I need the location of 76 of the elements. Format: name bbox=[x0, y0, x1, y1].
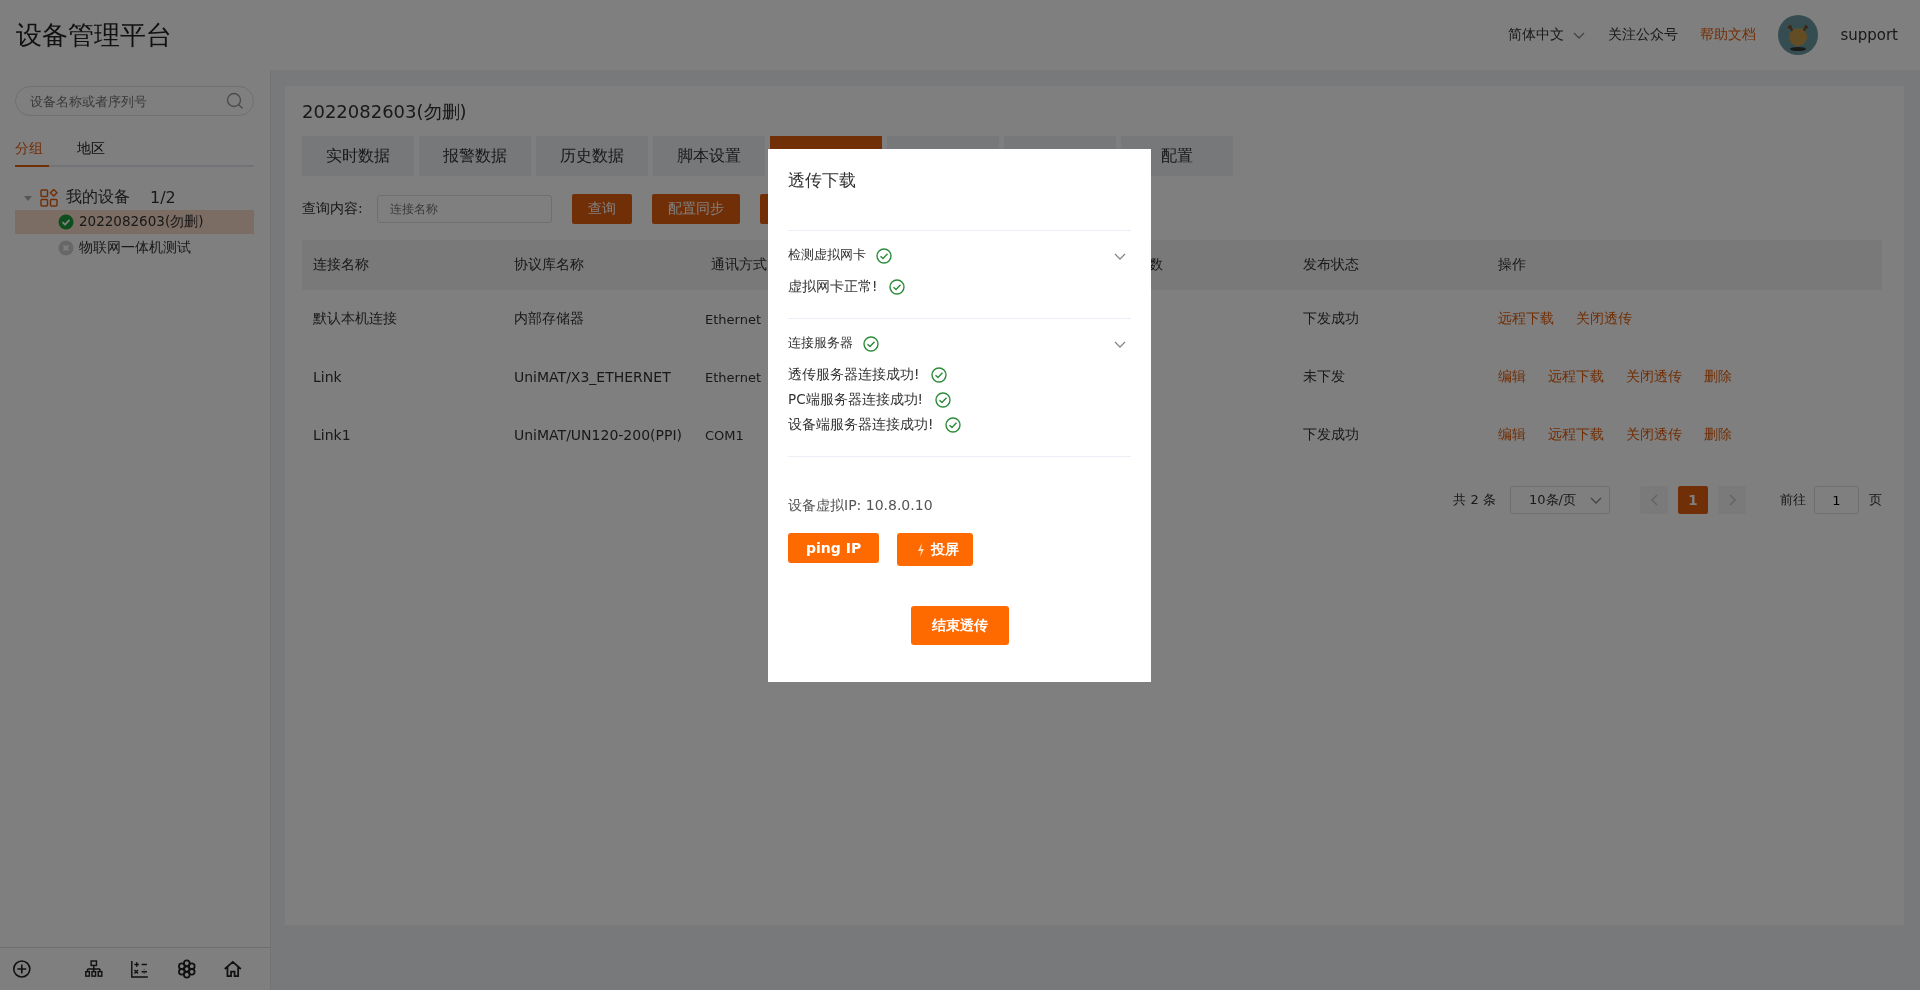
sidebar-tab[interactable]: 地区 bbox=[77, 138, 111, 167]
language-select[interactable]: 简体中文 bbox=[1508, 26, 1587, 44]
dialog-button[interactable]: ping IP bbox=[788, 533, 880, 563]
table-cell-text: 未下发 bbox=[1302, 368, 1345, 386]
toolbar-button[interactable]: 查询 bbox=[571, 194, 632, 224]
virtual-ip-text: 设备虚拟IP: 10.8.0.10 bbox=[788, 497, 934, 515]
status-message: 透传服务器连接成功! bbox=[788, 366, 920, 384]
header-link[interactable]: 关注公众号 bbox=[1608, 26, 1679, 44]
add-icon[interactable] bbox=[12, 958, 32, 980]
search-field[interactable]: 设备名称或者序列号 bbox=[15, 86, 254, 116]
gear-icon[interactable] bbox=[176, 958, 197, 980]
table-cell-text: Link bbox=[312, 369, 342, 385]
tab[interactable]: 历史数据 bbox=[536, 136, 648, 176]
action-link[interactable]: 远程下载 bbox=[1548, 426, 1604, 444]
user-name[interactable]: support bbox=[1840, 26, 1898, 44]
tree-group-label[interactable]: 我的设备 bbox=[66, 187, 130, 208]
page-size-select[interactable]: 10条/页 bbox=[1510, 486, 1610, 514]
table-cell-text: UniMAT/X3_ETHERNET bbox=[513, 369, 671, 385]
column-header: 操作 bbox=[1497, 256, 1526, 274]
tab[interactable]: 脚本设置 bbox=[653, 136, 765, 176]
device-title: 2022082603(勿删) bbox=[302, 100, 468, 124]
page-suffix: 页 bbox=[1869, 491, 1882, 509]
status-message: 虚拟网卡正常! bbox=[788, 278, 878, 296]
action-link[interactable]: 远程下载 bbox=[1498, 310, 1554, 328]
search-icon bbox=[226, 92, 244, 110]
lightning-icon bbox=[917, 542, 926, 557]
goto-label: 前往 bbox=[1780, 491, 1806, 509]
action-link[interactable]: 远程下载 bbox=[1548, 368, 1604, 386]
app-title: 设备管理平台 bbox=[16, 18, 172, 52]
table-cell-text: Ethernet bbox=[704, 311, 761, 327]
tab[interactable]: 报警数据 bbox=[419, 136, 531, 176]
device-item[interactable]: 物联网一体机测试 bbox=[15, 236, 254, 260]
table-cell-text: Ethernet bbox=[704, 369, 761, 385]
dialog-title: 透传下载 bbox=[788, 169, 857, 192]
tab[interactable]: 实时数据 bbox=[302, 136, 414, 176]
device-item[interactable]: 2022082603(勿删) bbox=[15, 210, 254, 234]
status-message: 设备端服务器连接成功! bbox=[788, 416, 934, 434]
avatar-icon bbox=[1778, 15, 1819, 55]
column-header: 协议库名称 bbox=[513, 256, 584, 274]
connection-name-field[interactable]: 连接名称 bbox=[376, 195, 552, 223]
header-link[interactable]: 帮助文档 bbox=[1700, 26, 1757, 44]
home-icon[interactable] bbox=[223, 958, 243, 980]
query-label: 查询内容: bbox=[302, 200, 363, 218]
calculator-icon[interactable] bbox=[130, 958, 150, 980]
table-cell-text: Link1 bbox=[312, 427, 351, 443]
toolbar-button[interactable]: 配置同步 bbox=[651, 194, 740, 224]
table-cell-text: COM1 bbox=[704, 427, 744, 443]
section-header[interactable]: 检测虚拟网卡 bbox=[788, 247, 1131, 264]
hierarchy-icon[interactable] bbox=[83, 958, 104, 980]
action-link[interactable]: 编辑 bbox=[1498, 368, 1526, 386]
action-link[interactable]: 关闭透传 bbox=[1576, 310, 1632, 328]
end-button[interactable]: 结束透传 bbox=[910, 606, 1009, 645]
section-header[interactable]: 连接服务器 bbox=[788, 335, 1131, 352]
sidebar-tab[interactable]: 分组 bbox=[15, 138, 49, 167]
column-header: 通讯方式 bbox=[710, 256, 767, 274]
dialog-button[interactable]: 投屏 bbox=[897, 533, 974, 566]
column-header: 连接名称 bbox=[312, 256, 369, 274]
page-button[interactable]: 1 bbox=[1678, 486, 1708, 514]
device-count: 1/2 bbox=[150, 188, 176, 207]
status-message: PC端服务器连接成功! bbox=[788, 391, 923, 409]
action-link[interactable]: 关闭透传 bbox=[1626, 368, 1682, 386]
action-link[interactable]: 删除 bbox=[1704, 426, 1732, 444]
table-cell-text: UniMAT/UN120-200(PPI) bbox=[513, 427, 682, 443]
page-number-field[interactable]: 1 bbox=[1814, 486, 1859, 514]
table-cell-text: 下发成功 bbox=[1302, 310, 1359, 328]
table-cell-text: 下发成功 bbox=[1302, 426, 1359, 444]
group-icon bbox=[40, 188, 58, 207]
action-link[interactable]: 编辑 bbox=[1498, 426, 1526, 444]
chevron-left-icon bbox=[1650, 494, 1658, 506]
chevron-right-icon bbox=[1728, 494, 1736, 506]
column-header: 发布状态 bbox=[1302, 256, 1359, 274]
action-link[interactable]: 关闭透传 bbox=[1626, 426, 1682, 444]
table-cell-text: 内部存储器 bbox=[513, 310, 584, 328]
total-count: 共 2 条 bbox=[1453, 491, 1496, 509]
table-cell-text: 默认本机连接 bbox=[312, 310, 397, 328]
action-link[interactable]: 删除 bbox=[1704, 368, 1732, 386]
